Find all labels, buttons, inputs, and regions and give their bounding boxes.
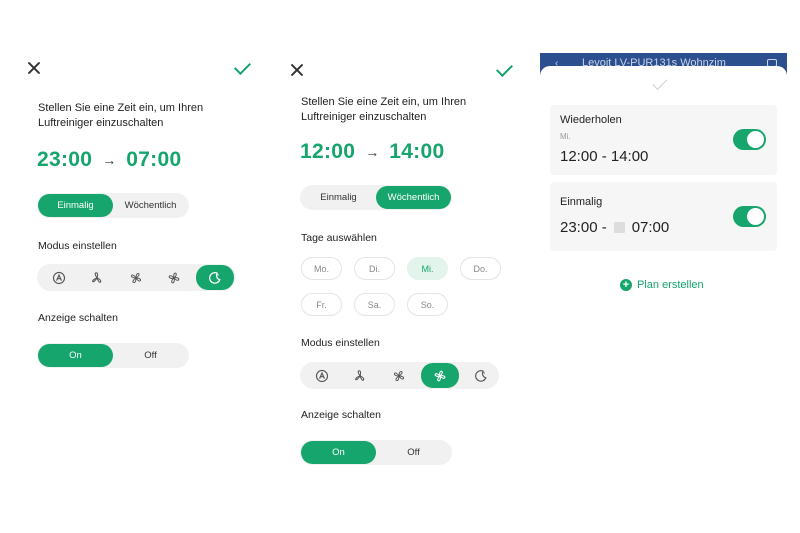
plus-circle-icon: + [620,279,632,291]
repeat-option-weekly[interactable]: Wöchentlich [376,186,451,209]
fan-high-icon[interactable] [158,266,190,289]
day-chip-do[interactable]: Do. [460,257,501,280]
schedule-enable-toggle[interactable] [733,206,766,227]
display-off-option[interactable]: Off [376,441,451,464]
schedule-prompt: Stellen Sie eine Zeit ein, um Ihren Luft… [301,96,467,123]
repeat-option-weekly[interactable]: Wöchentlich [113,194,188,217]
time-range: 12:00 → 14:00 [300,140,444,164]
create-plan-label: Plan erstellen [637,279,704,291]
sleep-mode-icon[interactable] [465,364,497,387]
schedule-title: Einmalig [560,196,603,208]
schedule-card-once[interactable]: Einmalig 23:00 - 07:00 [550,182,777,251]
schedule-start-text: 23:00 - [560,219,607,236]
schedule-end-text: 07:00 [631,219,670,236]
fan-low-icon[interactable] [81,266,113,289]
fan-low-icon[interactable] [344,364,376,387]
display-label: Anzeige schalten [38,312,118,324]
mode-selector [37,264,236,291]
display-off-option[interactable]: Off [113,344,188,367]
sleep-mode-icon[interactable] [196,265,234,290]
schedule-prompt: Stellen Sie eine Zeit ein, um Ihren Luft… [38,102,204,129]
day-chip-fr[interactable]: Fr. [301,293,342,316]
check-icon[interactable] [234,58,251,75]
display-on-option[interactable]: On [301,441,376,464]
schedule-card-repeat[interactable]: Wiederholen Mi. 12:00 - 14:00 [550,105,777,175]
schedule-days: Mi. [560,132,571,141]
mode-selector [300,362,499,389]
fan-high-icon[interactable] [420,363,459,388]
day-chip-sa[interactable]: Sa. [354,293,395,316]
close-icon[interactable] [27,61,41,75]
create-plan-button[interactable]: + Plan erstellen [620,279,704,291]
repeat-option-once[interactable]: Einmalig [38,194,113,217]
display-on-option[interactable]: On [38,344,113,367]
arrow-right-icon: → [365,144,380,160]
auto-mode-icon[interactable] [43,266,75,289]
fan-mid-icon[interactable] [120,266,152,289]
schedule-title: Wiederholen [560,114,622,126]
display-toggle: On Off [300,440,452,465]
schedule-editor-weekly: Stellen Sie eine Zeit ein, um Ihren Luft… [265,0,530,533]
time-range: 23:00 → 07:00 [37,148,181,172]
fan-mid-icon[interactable] [383,364,415,387]
schedule-time: 12:00 - 14:00 [560,148,648,165]
repeat-toggle: Einmalig Wöchentlich [37,193,189,218]
day-chip-mi[interactable]: Mi. [407,257,448,280]
schedule-enable-toggle[interactable] [733,129,766,150]
repeat-toggle: Einmalig Wöchentlich [300,185,452,210]
mode-label: Modus einstellen [38,240,117,252]
arrow-right-icon: → [102,152,117,168]
calendar-icon [613,222,625,233]
end-time[interactable]: 14:00 [389,140,444,164]
day-chip-di[interactable]: Di. [354,257,395,280]
check-icon[interactable] [496,60,513,77]
repeat-option-once[interactable]: Einmalig [301,186,376,209]
day-chip-so[interactable]: So. [407,293,448,316]
start-time[interactable]: 12:00 [300,140,355,164]
day-chip-mo[interactable]: Mo. [301,257,342,280]
start-time[interactable]: 23:00 [37,148,92,172]
display-toggle: On Off [37,343,189,368]
close-icon[interactable] [290,63,304,77]
mode-label: Modus einstellen [301,337,380,349]
auto-mode-icon[interactable] [306,364,338,387]
end-time[interactable]: 07:00 [126,148,181,172]
schedule-editor-once: Stellen Sie eine Zeit ein, um Ihren Luft… [0,0,260,533]
schedule-time: 23:00 - 07:00 [560,219,669,236]
schedule-list: ‹ Levoit LV-PUR131s Wohnzim Wiederholen … [535,0,800,533]
display-label: Anzeige schalten [301,409,381,421]
days-label: Tage auswählen [301,232,377,244]
schedule-time-text: 12:00 - 14:00 [560,148,649,165]
